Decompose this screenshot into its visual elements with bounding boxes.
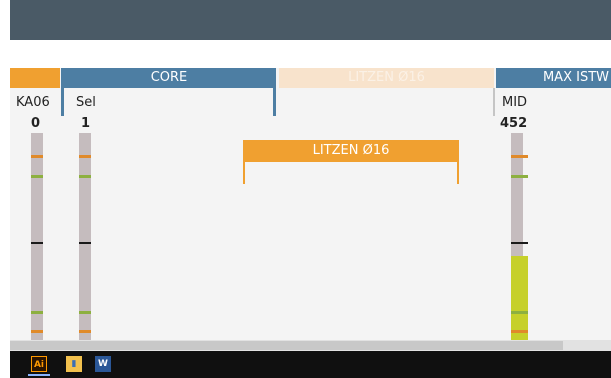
toolbar	[10, 40, 611, 68]
column-header-core[interactable]: CORE	[62, 68, 276, 88]
group-divider	[273, 88, 276, 116]
marker-orange	[79, 330, 91, 333]
marker-orange	[31, 330, 43, 333]
marker-green	[79, 175, 91, 178]
value-mid: 452	[500, 116, 528, 131]
marker-black	[511, 242, 528, 244]
marker-black	[31, 242, 43, 244]
column-header-max-istw[interactable]: MAX ISTW	[496, 68, 611, 88]
marker-orange	[79, 155, 91, 158]
column-header-ka06[interactable]	[10, 68, 60, 88]
subheader-mid: MID	[502, 95, 528, 110]
marker-green	[511, 175, 528, 178]
marker-green	[79, 311, 91, 314]
marker-black	[79, 242, 91, 244]
illustrator-icon[interactable]: Ai	[31, 356, 47, 372]
bracket-right-edge	[457, 162, 459, 184]
file-explorer-icon[interactable]: ▮	[66, 356, 82, 372]
level-bar-ka06[interactable]	[31, 133, 43, 340]
group-divider	[61, 68, 64, 116]
marker-green	[31, 175, 43, 178]
level-bar-sel[interactable]	[79, 133, 91, 340]
marker-green	[511, 311, 528, 314]
level-fill-mid	[511, 256, 528, 340]
scrollbar-thumb[interactable]	[10, 341, 563, 350]
value-sel: 1	[81, 116, 91, 131]
window-titlebar	[10, 0, 611, 40]
bracket-left-edge	[243, 162, 245, 184]
marker-orange	[511, 330, 528, 333]
marker-green	[31, 311, 43, 314]
marker-orange	[511, 155, 528, 158]
value-ka06: 0	[31, 116, 41, 131]
group-divider	[493, 88, 495, 116]
litzen-bracket-label[interactable]: LITZEN Ø16	[243, 140, 459, 162]
active-app-indicator	[28, 374, 50, 376]
column-header-litzen[interactable]: LITZEN Ø16	[279, 68, 494, 88]
word-icon[interactable]: W	[95, 356, 111, 372]
marker-orange	[31, 155, 43, 158]
subheader-ka06: KA06	[16, 95, 50, 110]
subheader-sel: Sel	[76, 95, 96, 110]
